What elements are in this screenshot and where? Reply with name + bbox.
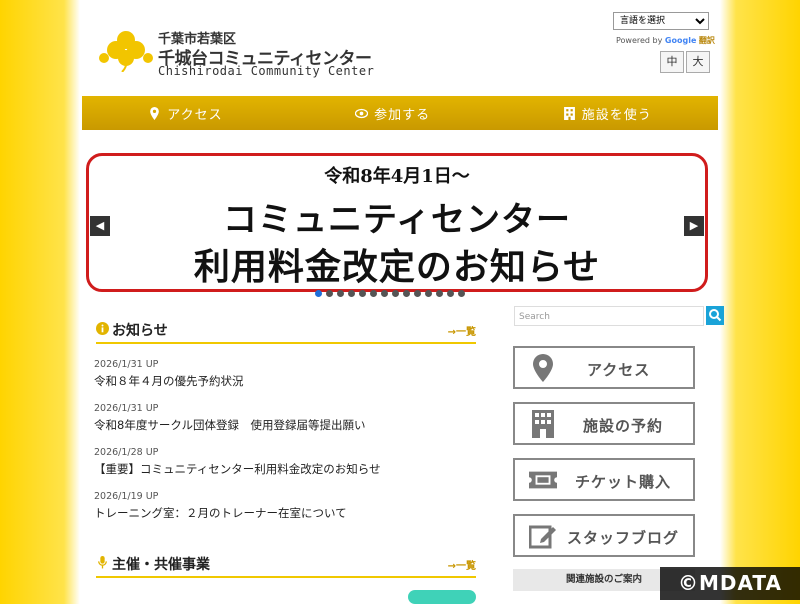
event-badge bbox=[408, 590, 476, 604]
news-item[interactable]: 2026/1/28 UP 【重要】コミュニティセンター利用料金改定のお知らせ bbox=[94, 447, 484, 477]
slider-dot[interactable] bbox=[370, 290, 377, 297]
news-header: お知らせ →一覧 bbox=[96, 320, 476, 344]
slider-dot[interactable] bbox=[359, 290, 366, 297]
news-more-link[interactable]: →一覧 bbox=[448, 323, 476, 338]
powered-by-google: Powered by Google 翻訳 bbox=[616, 36, 715, 45]
search-icon bbox=[709, 309, 722, 322]
news-item[interactable]: 2026/1/31 UP 令和8年度サークル団体登録 使用登録届等提出願い bbox=[94, 403, 484, 433]
page: 千葉市若葉区 千城台コミュニティセンター Chishirodai Communi… bbox=[82, 0, 724, 604]
copyright-watermark: ©MDATA bbox=[660, 567, 800, 600]
info-icon bbox=[96, 322, 109, 335]
building-icon bbox=[563, 106, 575, 120]
slider-prev-button[interactable]: ◀ bbox=[90, 216, 110, 236]
slider-dot[interactable] bbox=[447, 290, 454, 297]
sidebar-reservation-button[interactable]: 施設の予約 bbox=[513, 402, 695, 445]
sidebar-ticket-button[interactable]: チケット購入 bbox=[513, 458, 695, 501]
ticket-icon bbox=[529, 471, 557, 489]
search-input[interactable]: Search bbox=[514, 306, 704, 326]
eye-icon bbox=[355, 108, 369, 118]
events-more-link[interactable]: →一覧 bbox=[448, 557, 476, 572]
slider-dot[interactable] bbox=[458, 290, 465, 297]
nav-access[interactable]: アクセス bbox=[148, 104, 222, 123]
search-button[interactable] bbox=[706, 306, 724, 325]
slider-dot[interactable] bbox=[315, 290, 322, 297]
brand-name-en: Chishirodai Community Center bbox=[158, 64, 375, 78]
news-item[interactable]: 2026/1/31 UP 令和８年４月の優先予約状況 bbox=[94, 359, 484, 389]
slider-dot[interactable] bbox=[425, 290, 432, 297]
font-size-medium-button[interactable]: 中 bbox=[660, 51, 684, 73]
hero-banner[interactable]: 令和8年4月1日～ コミュニティセンター 利用料金改定のお知らせ bbox=[86, 153, 708, 292]
slider-dot[interactable] bbox=[348, 290, 355, 297]
clover-logo-icon[interactable] bbox=[96, 28, 156, 72]
slider-dot[interactable] bbox=[392, 290, 399, 297]
news-item[interactable]: 2026/1/19 UP トレーニング室：２月のトレーナー在室について bbox=[94, 491, 484, 521]
banner-date: 令和8年4月1日～ bbox=[324, 166, 470, 187]
banner-line-2: 利用料金改定のお知らせ bbox=[193, 246, 601, 288]
events-header: 主催・共催事業 →一覧 bbox=[96, 554, 476, 578]
nav-use-facility[interactable]: 施設を使う bbox=[563, 104, 652, 123]
building-icon bbox=[532, 410, 554, 438]
language-select[interactable]: 言語を選択 bbox=[613, 12, 709, 30]
slider-dot[interactable] bbox=[436, 290, 443, 297]
map-pin-icon bbox=[150, 106, 160, 120]
slider-dot[interactable] bbox=[414, 290, 421, 297]
sidebar-blog-button[interactable]: スタッフブログ bbox=[513, 514, 695, 557]
nav-join[interactable]: 参加する bbox=[355, 104, 430, 123]
microphone-icon bbox=[98, 556, 107, 569]
slider-dots bbox=[315, 290, 465, 297]
slider-dot[interactable] bbox=[381, 290, 388, 297]
main-nav: アクセス 参加する 施設を使う bbox=[82, 96, 718, 130]
slider-dot[interactable] bbox=[337, 290, 344, 297]
news-title: お知らせ bbox=[112, 323, 168, 339]
slider-dot[interactable] bbox=[403, 290, 410, 297]
sidebar-access-button[interactable]: アクセス bbox=[513, 346, 695, 389]
banner-line-1: コミュニティセンター bbox=[223, 200, 571, 240]
map-pin-icon bbox=[533, 354, 553, 382]
slider-dot[interactable] bbox=[326, 290, 333, 297]
events-title: 主催・共催事業 bbox=[112, 557, 210, 573]
slider-next-button[interactable]: ▶ bbox=[684, 216, 704, 236]
pencil-icon bbox=[529, 525, 556, 549]
font-size-large-button[interactable]: 大 bbox=[686, 51, 710, 73]
